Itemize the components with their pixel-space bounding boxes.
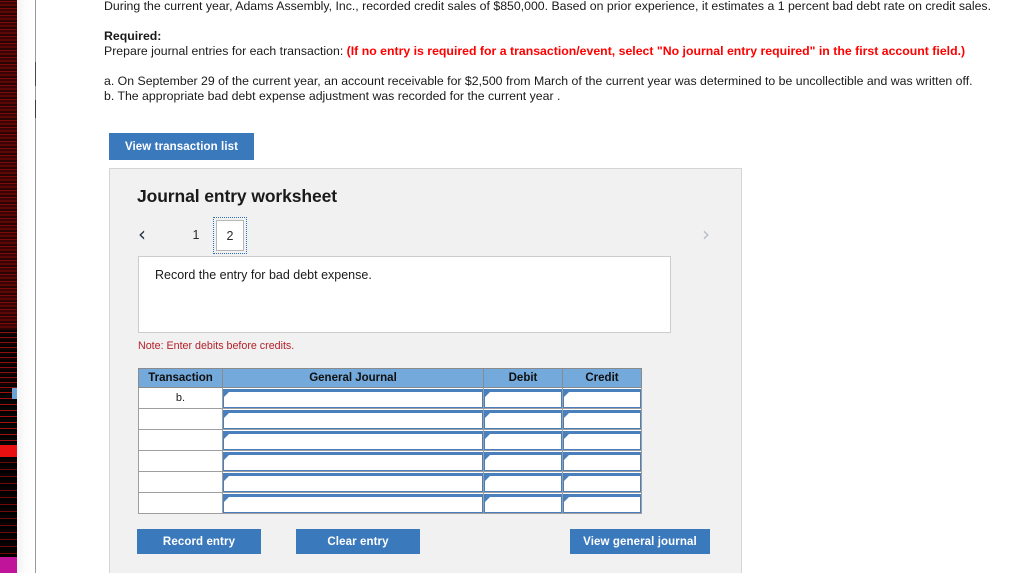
cell-credit xyxy=(562,450,642,472)
cell-transaction xyxy=(138,429,223,451)
cell-credit xyxy=(562,429,642,451)
cell-general-journal xyxy=(222,471,484,493)
cell-debit xyxy=(483,450,563,472)
credit-input[interactable] xyxy=(563,493,641,513)
debit-input[interactable] xyxy=(484,430,562,450)
credit-input[interactable] xyxy=(563,430,641,450)
credit-input[interactable] xyxy=(563,451,641,471)
debit-input[interactable] xyxy=(484,493,562,513)
general-journal-input[interactable] xyxy=(223,472,483,492)
sliver-block-c xyxy=(0,457,17,557)
main-content-pane: During the current year, Adams Assembly,… xyxy=(36,0,1024,573)
cell-transaction xyxy=(138,450,223,472)
journal-entry-worksheet-card: Journal entry worksheet ‹ 1 2 › Record t… xyxy=(109,168,742,573)
debit-input[interactable] xyxy=(484,409,562,429)
worksheet-pager: ‹ 1 2 › xyxy=(132,217,722,255)
table-row xyxy=(138,450,642,472)
page-tab-2-selected[interactable]: 2 xyxy=(213,217,247,254)
table-row xyxy=(138,408,642,430)
problem-intro-text: During the current year, Adams Assembly,… xyxy=(104,0,991,13)
sliver-magenta-highlight xyxy=(0,557,17,573)
entry-prompt-box: Record the entry for bad debt expense. xyxy=(138,256,671,333)
background-window-sliver xyxy=(0,0,17,573)
column-header-general-journal: General Journal xyxy=(222,368,484,388)
cell-general-journal xyxy=(222,492,484,514)
table-row: b. xyxy=(138,387,642,409)
journal-entry-table: Transaction General Journal Debit Credit… xyxy=(138,368,642,514)
general-journal-input[interactable] xyxy=(223,409,483,429)
cell-debit xyxy=(483,387,563,409)
page-tab-1[interactable]: 1 xyxy=(182,220,210,251)
chevron-right-icon[interactable]: › xyxy=(702,219,710,249)
table-row xyxy=(138,492,642,514)
cell-debit xyxy=(483,429,563,451)
cell-transaction: b. xyxy=(138,387,223,409)
column-header-credit: Credit xyxy=(562,368,642,388)
table-header-row: Transaction General Journal Debit Credit xyxy=(138,368,642,388)
cell-debit xyxy=(483,492,563,514)
sliver-red-highlight xyxy=(0,445,17,457)
cell-general-journal xyxy=(222,429,484,451)
view-general-journal-button[interactable]: View general journal xyxy=(570,529,710,554)
required-lead-text: Prepare journal entries for each transac… xyxy=(104,44,344,58)
debit-input[interactable] xyxy=(484,451,562,471)
required-label: Required: xyxy=(104,29,162,43)
general-journal-input[interactable] xyxy=(223,430,483,450)
cell-transaction xyxy=(138,492,223,514)
credit-input[interactable] xyxy=(563,388,641,408)
table-row xyxy=(138,471,642,493)
page-gutter xyxy=(17,0,35,573)
column-header-transaction: Transaction xyxy=(138,368,223,388)
table-row xyxy=(138,429,642,451)
cell-transaction xyxy=(138,408,223,430)
cell-credit xyxy=(562,408,642,430)
problem-item-b: b. The appropriate bad debt expense adju… xyxy=(104,89,561,103)
record-entry-button[interactable]: Record entry xyxy=(137,529,261,554)
cell-credit xyxy=(562,471,642,493)
general-journal-input[interactable] xyxy=(223,388,483,408)
cell-debit xyxy=(483,408,563,430)
debits-before-credits-note: Note: Enter debits before credits. xyxy=(138,340,295,352)
debit-input[interactable] xyxy=(484,472,562,492)
credit-input[interactable] xyxy=(563,472,641,492)
cell-credit xyxy=(562,387,642,409)
screenshot-root: During the current year, Adams Assembly,… xyxy=(0,0,1024,573)
view-transaction-list-button[interactable]: View transaction list xyxy=(109,133,254,160)
cell-credit xyxy=(562,492,642,514)
problem-item-a: a. On September 29 of the current year, … xyxy=(104,74,973,88)
entry-prompt-text: Record the entry for bad debt expense. xyxy=(155,268,372,282)
cell-transaction xyxy=(138,471,223,493)
credit-input[interactable] xyxy=(563,409,641,429)
column-header-debit: Debit xyxy=(483,368,563,388)
required-instruction-line: Prepare journal entries for each transac… xyxy=(104,44,1019,59)
cell-general-journal xyxy=(222,450,484,472)
cell-debit xyxy=(483,471,563,493)
clear-entry-button[interactable]: Clear entry xyxy=(296,529,420,554)
debit-input[interactable] xyxy=(484,388,562,408)
journal-table-body: b. xyxy=(138,387,642,514)
cell-general-journal xyxy=(222,387,484,409)
sliver-block-a xyxy=(0,330,17,390)
chevron-left-icon[interactable]: ‹ xyxy=(138,219,146,249)
cell-general-journal xyxy=(222,408,484,430)
required-note-text: (If no entry is required for a transacti… xyxy=(346,44,966,58)
general-journal-input[interactable] xyxy=(223,493,483,513)
worksheet-title: Journal entry worksheet xyxy=(137,186,337,206)
general-journal-input[interactable] xyxy=(223,451,483,471)
